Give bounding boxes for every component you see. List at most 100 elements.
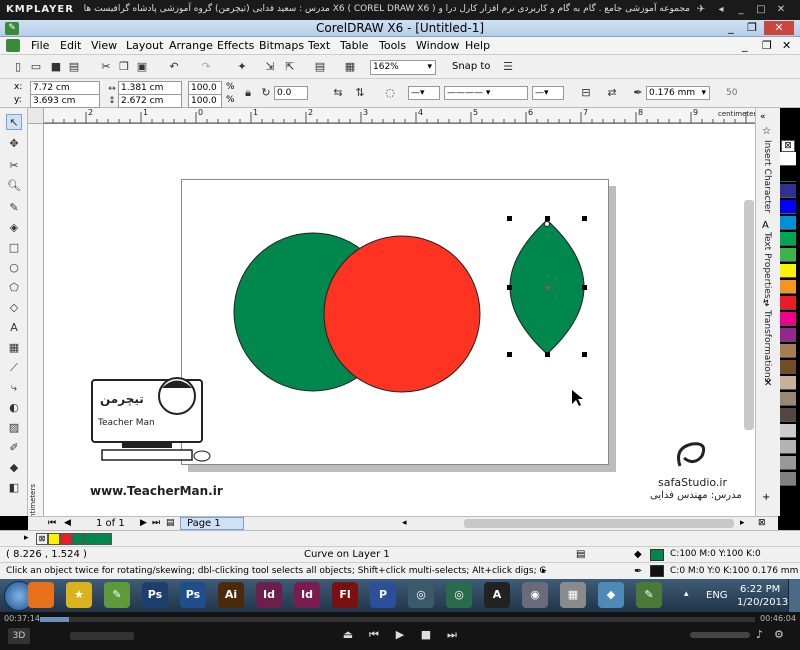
- palette-swatch[interactable]: [780, 424, 796, 438]
- seek-bar-fill: [40, 617, 69, 622]
- scroll-left-icon[interactable]: ◂: [402, 518, 407, 528]
- palette-swatch[interactable]: [780, 408, 796, 422]
- status-arrow-icon[interactable]: ▸: [542, 566, 547, 576]
- selection-info: Curve on Layer 1: [304, 549, 390, 560]
- taskbar-app-button[interactable]: P: [370, 582, 396, 608]
- taskbar-app-button[interactable]: Id: [256, 582, 282, 608]
- taskbar-app-button[interactable]: ◎: [446, 582, 472, 608]
- docpal-red-swatch[interactable]: [60, 533, 72, 545]
- docpal-green-wide-swatch[interactable]: [84, 533, 112, 545]
- vertical-scroll-thumb[interactable]: [744, 200, 754, 430]
- palette-swatch[interactable]: [780, 264, 796, 278]
- seek-bar[interactable]: [40, 617, 755, 622]
- color-proof-icon[interactable]: ▤: [576, 549, 585, 560]
- taskbar-app-button[interactable]: ◉: [522, 582, 548, 608]
- outline-color-swatch[interactable]: [650, 565, 664, 577]
- tray-arrow-icon[interactable]: ▴: [684, 589, 689, 599]
- palette-swatch[interactable]: [780, 456, 796, 470]
- tab-insert-character[interactable]: Insert Character: [762, 140, 772, 220]
- play-icon[interactable]: ▶: [392, 628, 408, 641]
- prev-page-icon[interactable]: ◀: [64, 518, 71, 528]
- mode-buttons[interactable]: [70, 632, 134, 640]
- language-indicator[interactable]: ENG: [706, 590, 728, 601]
- previous-icon[interactable]: ⏮: [366, 628, 382, 642]
- palette-scroll-up-icon[interactable]: ▲: [781, 128, 795, 140]
- palette-swatch[interactable]: [780, 280, 796, 294]
- navigator-icon[interactable]: ⊠: [758, 518, 766, 528]
- taskbar-app-button[interactable]: ★: [66, 582, 92, 608]
- taskbar-app-button[interactable]: Ps: [180, 582, 206, 608]
- add-docker-icon[interactable]: +: [762, 492, 770, 503]
- taskbar-app-button[interactable]: ◆: [598, 582, 624, 608]
- horizontal-scroll-thumb[interactable]: [464, 519, 734, 528]
- palette-swatch[interactable]: [780, 232, 796, 246]
- volume-slider[interactable]: [690, 632, 750, 638]
- tab-text-properties[interactable]: Text Properties: [762, 232, 772, 302]
- next-page-icon[interactable]: ▶: [140, 518, 147, 528]
- node-handle[interactable]: [544, 221, 550, 227]
- close-docker-icon[interactable]: ✕: [764, 378, 772, 389]
- palette-swatch[interactable]: [780, 440, 796, 454]
- safastudio-url: safaStudio.ir: [658, 476, 728, 489]
- palette-swatch[interactable]: [780, 312, 796, 326]
- docpal-green-swatch[interactable]: [72, 533, 84, 545]
- clock-date[interactable]: 1/20/2013: [737, 597, 788, 608]
- docker-arrows-icon[interactable]: «: [760, 112, 766, 122]
- eject-icon[interactable]: ⏏: [340, 628, 356, 641]
- palette-swatch[interactable]: [780, 216, 796, 230]
- page-tab[interactable]: Page 1: [180, 517, 244, 530]
- teacherman-url: www.TeacherMan.ir: [90, 484, 223, 498]
- palette-swatch[interactable]: [780, 248, 796, 262]
- transform-icon: ↯: [762, 298, 771, 309]
- taskbar-app-button[interactable]: A: [484, 582, 510, 608]
- status-bar-bottom: Click an object twice for rotating/skewi…: [0, 562, 800, 579]
- tab-transformations[interactable]: Transformations: [762, 310, 772, 382]
- total-time: 00:46:04: [760, 614, 796, 623]
- palette-scroll-down-icon[interactable]: ▼: [781, 496, 795, 508]
- palette-swatch[interactable]: [780, 296, 796, 310]
- status-hint: Click an object twice for rotating/skewi…: [6, 566, 546, 576]
- add-page-icon[interactable]: ▤: [166, 518, 175, 528]
- palette-swatch[interactable]: [780, 184, 796, 198]
- clock-time[interactable]: 6:22 PM: [740, 584, 780, 595]
- text-icon: A: [762, 220, 769, 231]
- palette-swatch[interactable]: [780, 168, 796, 182]
- taskbar-app-button[interactable]: ✎: [104, 582, 130, 608]
- palette-swatch[interactable]: [780, 344, 796, 358]
- scroll-right-icon[interactable]: ▸: [740, 518, 745, 528]
- no-color-swatch[interactable]: ⊠: [781, 140, 795, 152]
- taskbar-app-button[interactable]: ◎: [408, 582, 434, 608]
- fill-color-swatch[interactable]: [650, 549, 664, 561]
- palette-swatch[interactable]: [780, 328, 796, 342]
- palette-swatch[interactable]: [780, 472, 796, 486]
- settings-icon[interactable]: ⚙: [774, 628, 784, 641]
- palette-swatch[interactable]: [780, 200, 796, 214]
- 3d-button[interactable]: 3D: [8, 628, 30, 644]
- show-desktop-button[interactable]: [788, 579, 800, 612]
- color-palette: [780, 152, 796, 516]
- docpal-yellow-swatch[interactable]: [48, 533, 60, 545]
- palette-swatch[interactable]: [780, 376, 796, 390]
- mouse-cursor-icon: [572, 390, 583, 406]
- docpal-none-swatch[interactable]: ⊠: [36, 533, 48, 545]
- fill-bucket-icon: ◆: [634, 549, 642, 560]
- stop-icon[interactable]: ■: [418, 628, 434, 641]
- teacherman-subtitle: Teacher Man: [98, 418, 155, 428]
- first-page-icon[interactable]: ⏮: [48, 518, 56, 528]
- taskbar-app-button[interactable]: ▦: [560, 582, 586, 608]
- next-icon[interactable]: ⏭: [444, 628, 460, 642]
- volume-icon[interactable]: ♪: [756, 628, 763, 641]
- palette-swatch[interactable]: [780, 360, 796, 374]
- taskbar-app-button[interactable]: Fl: [332, 582, 358, 608]
- taskbar-app-button[interactable]: Id: [294, 582, 320, 608]
- taskbar-app-button[interactable]: Ps: [142, 582, 168, 608]
- docpal-play-icon[interactable]: ▸: [24, 533, 29, 543]
- palette-swatch[interactable]: [780, 152, 796, 166]
- palette-swatch[interactable]: [780, 392, 796, 406]
- taskbar-app-button[interactable]: Ai: [218, 582, 244, 608]
- red-circle[interactable]: [323, 235, 481, 393]
- taskbar-app-button[interactable]: [28, 582, 54, 608]
- last-page-icon[interactable]: ⏭: [152, 518, 160, 528]
- teacherman-brand: تیچرمن: [100, 392, 144, 406]
- taskbar-app-button[interactable]: ✎: [636, 582, 662, 608]
